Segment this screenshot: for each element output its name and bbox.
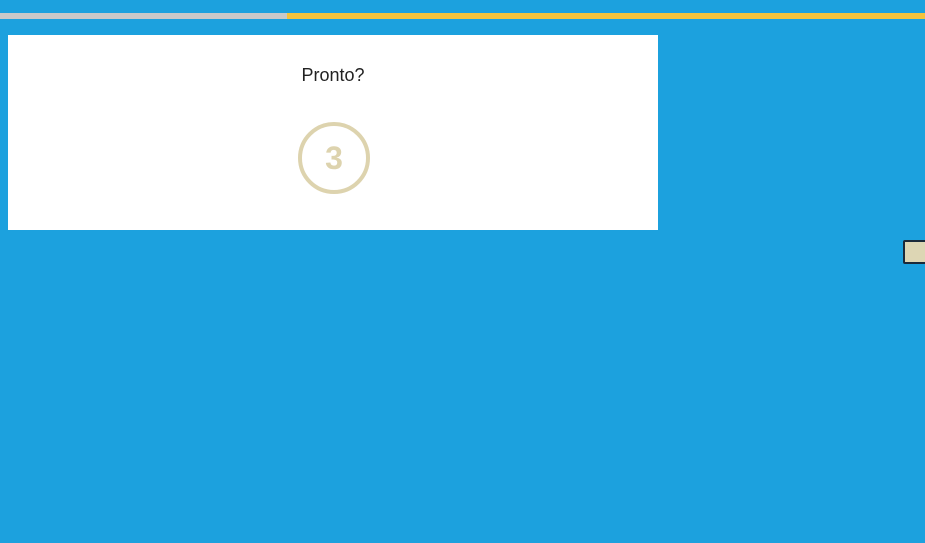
game-stage: Pronto? 3	[0, 0, 925, 543]
countdown-circle: 3	[298, 122, 370, 194]
progress-fill	[0, 13, 287, 19]
ready-prompt: Pronto?	[301, 65, 365, 85]
countdown-number: 3	[325, 140, 343, 176]
game-tile[interactable]	[903, 240, 925, 264]
countdown-panel: Pronto? 3	[8, 35, 658, 230]
progress-bar	[0, 13, 925, 19]
